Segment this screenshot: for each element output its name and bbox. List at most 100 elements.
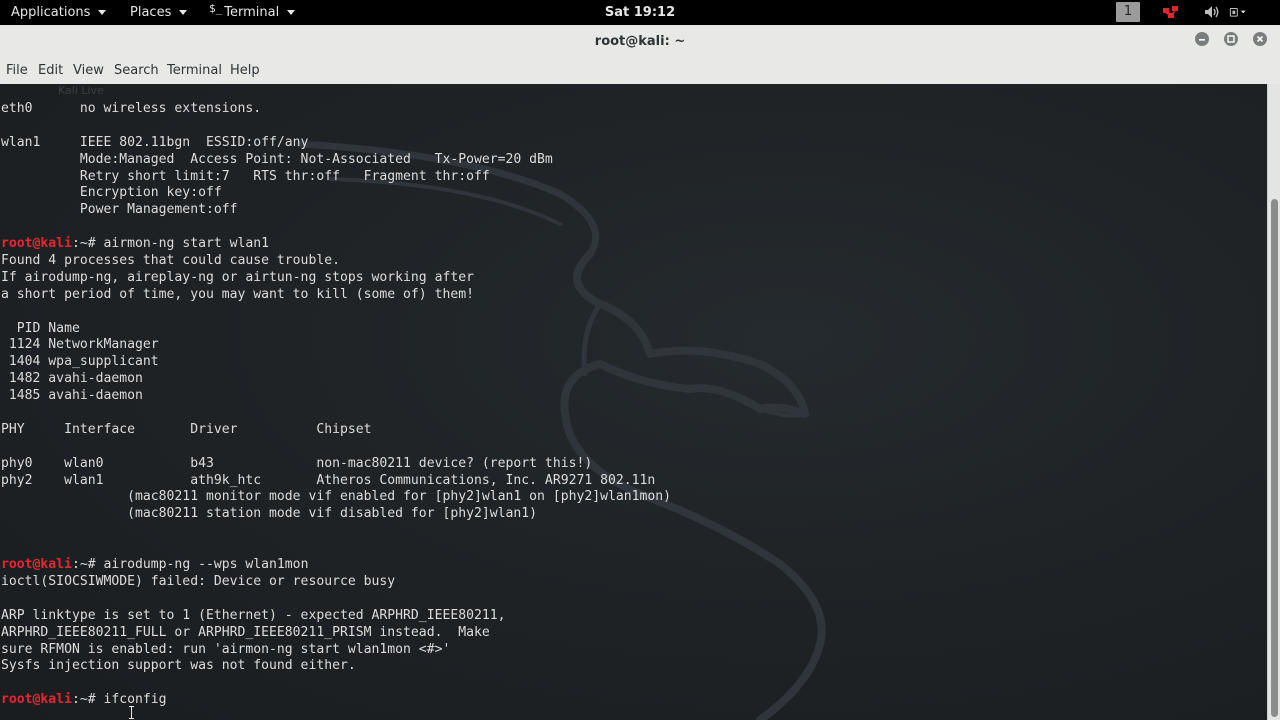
volume-icon[interactable]	[1203, 4, 1221, 20]
chevron-down-icon	[287, 10, 296, 15]
prompt-user-host: root@kali	[1, 557, 72, 573]
prompt-user-host: root@kali	[1, 236, 72, 252]
close-icon[interactable]	[1253, 32, 1267, 46]
output-text: phy0 wlan0 b43 non-mac80211 device? (rep…	[1, 455, 593, 471]
terminal-line: Retry short limit:7 RTS thr:off Fragment…	[1, 169, 671, 186]
terminal-icon: $_	[209, 2, 223, 15]
vertical-scrollbar[interactable]	[1267, 84, 1280, 720]
terminal-line: PID Name	[1, 321, 671, 338]
menu-search[interactable]: Search	[114, 58, 159, 84]
output-text: Mode:Managed Access Point: Not-Associate…	[1, 151, 553, 167]
clock[interactable]: Sat 19:12	[605, 5, 675, 20]
terminal-line: Power Management:off	[1, 202, 671, 219]
command-text: :~# ifconfig	[71, 692, 167, 708]
output-text: Sysfs injection support was not found ei…	[1, 658, 356, 674]
output-text: Encryption key:off	[1, 185, 222, 201]
output-text: (mac80211 station mode vif disabled for …	[1, 506, 538, 522]
maximize-icon[interactable]	[1224, 32, 1238, 46]
menu-view[interactable]: View	[73, 58, 104, 84]
output-text: phy2 wlan1 ath9k_htc Atheros Communicati…	[1, 472, 656, 488]
menu-terminal[interactable]: Terminal	[167, 58, 222, 84]
output-text: 1485 avahi-daemon	[1, 388, 143, 404]
output-text: Power Management:off	[1, 202, 238, 218]
command-text: :~# airmon-ng start wlan1	[71, 236, 270, 252]
applications-menu[interactable]: Applications	[11, 0, 107, 25]
terminal-line: eth0 no wireless extensions.	[1, 101, 671, 118]
applications-label: Applications	[11, 5, 91, 20]
terminal-line: 1485 avahi-daemon	[1, 388, 671, 405]
workspace-indicator[interactable]: 1	[1116, 2, 1140, 22]
output-text: PID Name	[1, 320, 80, 336]
chevron-down-icon	[179, 10, 188, 15]
output-text: a short period of time, you may want to …	[1, 286, 474, 302]
scrollbar-thumb[interactable]	[1271, 199, 1278, 717]
terminal-line: Found 4 processes that could cause troub…	[1, 253, 671, 270]
output-text: PHY Interface Driver Chipset	[1, 421, 372, 437]
terminal-app-label: Terminal	[224, 5, 280, 20]
menu-help[interactable]: Help	[230, 58, 260, 84]
terminal-line: If airodump-ng, aireplay-ng or airtun-ng…	[1, 270, 671, 287]
terminal-line: ARP linktype is set to 1 (Ethernet) - ex…	[1, 608, 671, 625]
terminal-line: ioctl(SIOCSIWMODE) failed: Device or res…	[1, 574, 671, 591]
terminal-line: (mac80211 station mode vif disabled for …	[1, 506, 671, 523]
terminal-line: phy0 wlan0 b43 non-mac80211 device? (rep…	[1, 456, 671, 473]
output-text: ARPHRD_IEEE80211_FULL or ARPHRD_IEEE8021…	[1, 624, 490, 640]
terminal-line: sure RFMON is enabled: run 'airmon-ng st…	[1, 642, 671, 659]
output-text: If airodump-ng, aireplay-ng or airtun-ng…	[1, 269, 474, 285]
terminal-line: wlan1 IEEE 802.11bgn ESSID:off/any	[1, 135, 671, 152]
terminal-line: ARPHRD_IEEE80211_FULL or ARPHRD_IEEE8021…	[1, 625, 671, 642]
terminal-line: 1404 wpa_supplicant	[1, 354, 671, 371]
network-icon[interactable]	[1162, 4, 1180, 20]
places-menu[interactable]: Places	[130, 0, 188, 25]
places-label: Places	[130, 5, 172, 20]
power-icon[interactable]	[1229, 4, 1247, 20]
terminal-prompt-line: root@kali:~# airmon-ng start wlan1	[1, 236, 671, 253]
prompt-user-host: root@kali	[1, 692, 72, 708]
terminal-app-menu[interactable]: $_ Terminal	[209, 0, 296, 25]
output-text: Retry short limit:7 RTS thr:off Fragment…	[1, 168, 490, 184]
output-text: wlan1 IEEE 802.11bgn ESSID:off/any	[1, 134, 309, 150]
terminal-line: a short period of time, you may want to …	[1, 287, 671, 304]
ibeam-cursor-icon	[129, 706, 134, 719]
terminal-line: Mode:Managed Access Point: Not-Associate…	[1, 152, 671, 169]
terminal-output[interactable]: Kali Live eth0 no wireless extensions. wl…	[0, 84, 1267, 720]
minimize-icon[interactable]	[1195, 32, 1209, 46]
output-text: ioctl(SIOCSIWMODE) failed: Device or res…	[1, 573, 396, 589]
terminal-line: Sysfs injection support was not found ei…	[1, 658, 671, 675]
window-title: root@kali: ~	[594, 34, 686, 49]
terminal-line: PHY Interface Driver Chipset	[1, 422, 671, 439]
output-text: 1124 NetworkManager	[1, 337, 159, 353]
command-text: :~# airodump-ng --wps wlan1mon	[71, 557, 309, 573]
window-titlebar[interactable]: root@kali: ~	[0, 25, 1280, 59]
chevron-down-icon	[98, 10, 107, 15]
terminal-line: (mac80211 monitor mode vif enabled for […	[1, 489, 671, 506]
terminal-prompt-line: root@kali:~# ifconfig	[1, 692, 671, 709]
terminal-line: phy2 wlan1 ath9k_htc Atheros Communicati…	[1, 473, 671, 490]
clock-container: Sat 19:12	[0, 0, 1280, 25]
menubar: File Edit View Search Terminal Help	[0, 58, 1280, 85]
output-text: Found 4 processes that could cause troub…	[1, 253, 340, 269]
output-text: ARP linktype is set to 1 (Ethernet) - ex…	[1, 607, 506, 623]
watermark-text: Kali Live	[58, 84, 104, 97]
top-panel: Applications Places $_ Terminal Sat 19:1…	[0, 0, 1280, 25]
output-text: (mac80211 monitor mode vif enabled for […	[1, 489, 672, 505]
terminal-line: Encryption key:off	[1, 185, 671, 202]
output-text: 1404 wpa_supplicant	[1, 354, 159, 370]
menu-edit[interactable]: Edit	[38, 58, 63, 84]
output-text: 1482 avahi-daemon	[1, 371, 143, 387]
terminal-prompt-line: root@kali:~# airodump-ng --wps wlan1mon	[1, 557, 671, 574]
terminal-line: 1482 avahi-daemon	[1, 371, 671, 388]
output-text: sure RFMON is enabled: run 'airmon-ng st…	[1, 641, 451, 657]
terminal-line: 1124 NetworkManager	[1, 337, 671, 354]
output-text: eth0 no wireless extensions.	[1, 101, 262, 116]
menu-file[interactable]: File	[6, 58, 28, 84]
